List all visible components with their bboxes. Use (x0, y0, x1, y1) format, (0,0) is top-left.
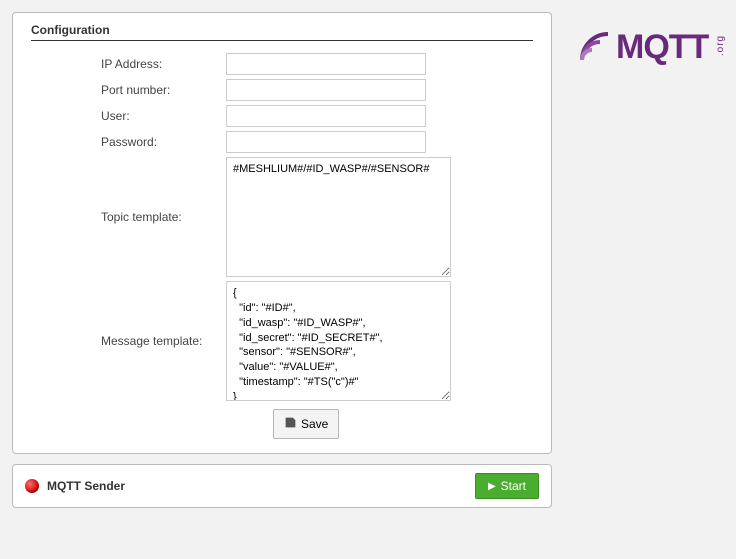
start-button[interactable]: ▶ Start (475, 473, 539, 499)
ip-address-input[interactable] (226, 53, 426, 75)
play-icon: ▶ (488, 481, 496, 492)
panel-divider (31, 40, 533, 41)
logo-text: MQTT (616, 30, 708, 64)
start-button-label: Start (501, 479, 526, 493)
topic-template-textarea[interactable] (226, 157, 451, 277)
panel-title: Configuration (31, 23, 533, 37)
logo-org: .org (715, 34, 726, 55)
user-input[interactable] (226, 105, 426, 127)
mqtt-arc-icon (580, 32, 610, 62)
port-label: Port number: (31, 83, 226, 97)
ip-label: IP Address: (31, 57, 226, 71)
mqtt-sender-panel: MQTT Sender ▶ Start (12, 464, 552, 508)
port-number-input[interactable] (226, 79, 426, 101)
save-button-label: Save (301, 417, 328, 431)
password-label: Password: (31, 135, 226, 149)
configuration-panel: Configuration IP Address: Port number: U… (12, 12, 552, 454)
message-template-label: Message template: (31, 334, 226, 348)
mqtt-logo: MQTT .org (580, 30, 732, 64)
message-template-textarea[interactable] (226, 281, 451, 401)
save-icon (284, 416, 297, 432)
sender-title: MQTT Sender (47, 479, 125, 493)
status-indicator-icon (25, 479, 39, 493)
save-button[interactable]: Save (273, 409, 339, 439)
password-input[interactable] (226, 131, 426, 153)
topic-template-label: Topic template: (31, 210, 226, 224)
user-label: User: (31, 109, 226, 123)
